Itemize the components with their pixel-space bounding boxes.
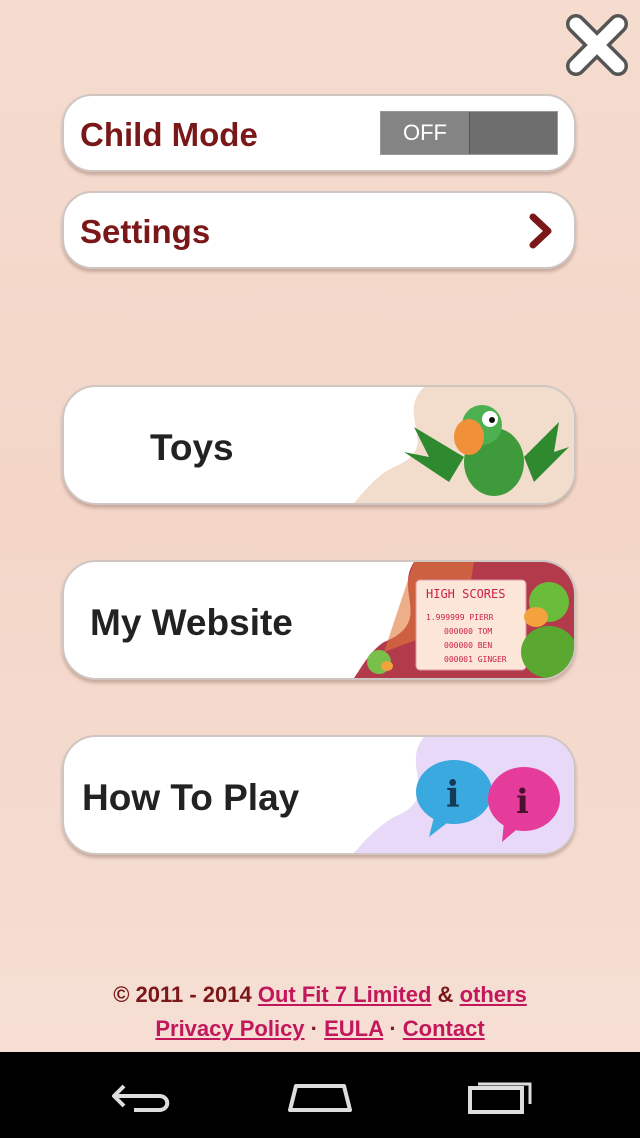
back-icon[interactable]	[104, 1076, 180, 1116]
parrot-toy-image	[354, 387, 574, 503]
company-link[interactable]: Out Fit 7 Limited	[258, 982, 432, 1007]
recents-icon[interactable]	[460, 1076, 536, 1116]
high-scores-row-3: 000000 BEN	[444, 641, 492, 650]
high-scores-image: HIGH SCORES 1.999999 PIERR 000000 TOM 00…	[354, 562, 574, 678]
high-scores-row-4: 000001 GINGER	[444, 655, 507, 664]
toggle-state-label: OFF	[381, 112, 470, 154]
my-website-button[interactable]: My Website HIGH SCORES 1.999999 PIERR 00…	[62, 560, 576, 680]
how-to-play-label: How To Play	[82, 777, 300, 818]
high-scores-title: HIGH SCORES	[426, 587, 505, 601]
how-to-play-button[interactable]: How To Play i i	[62, 735, 576, 855]
separator-1: ·	[310, 1016, 318, 1041]
eula-link[interactable]: EULA	[324, 1016, 383, 1041]
toys-label: Toys	[150, 427, 234, 468]
footer-copyright-line: © 2011 - 2014 Out Fit 7 Limited & others	[0, 982, 640, 1008]
svg-text:i: i	[516, 782, 529, 822]
home-icon[interactable]	[282, 1076, 358, 1116]
settings-label: Settings	[80, 213, 211, 250]
system-nav-bar	[0, 1052, 640, 1138]
svg-text:i: i	[446, 774, 460, 816]
ampersand-text: &	[437, 982, 454, 1007]
child-mode-label: Child Mode	[80, 116, 258, 153]
privacy-policy-link[interactable]: Privacy Policy	[155, 1016, 304, 1041]
child-mode-row[interactable]: Child Mode OFF	[62, 94, 576, 172]
toys-button[interactable]: Toys	[62, 385, 576, 505]
high-scores-row-2: 000000 TOM	[444, 627, 492, 636]
copyright-text: © 2011 - 2014	[113, 982, 252, 1007]
separator-2: ·	[389, 1016, 397, 1041]
others-link[interactable]: others	[460, 982, 527, 1007]
high-scores-row-1: 1.999999 PIERR	[426, 613, 494, 622]
child-mode-toggle[interactable]: OFF	[380, 111, 558, 155]
footer-links-line: Privacy Policy · EULA · Contact	[0, 1016, 640, 1042]
contact-link[interactable]: Contact	[403, 1016, 485, 1041]
info-bubbles-image: i i	[354, 737, 574, 853]
settings-row[interactable]: Settings	[62, 191, 576, 269]
chevron-right-icon	[529, 213, 552, 249]
close-icon[interactable]	[562, 10, 632, 80]
my-website-label: My Website	[90, 602, 293, 643]
